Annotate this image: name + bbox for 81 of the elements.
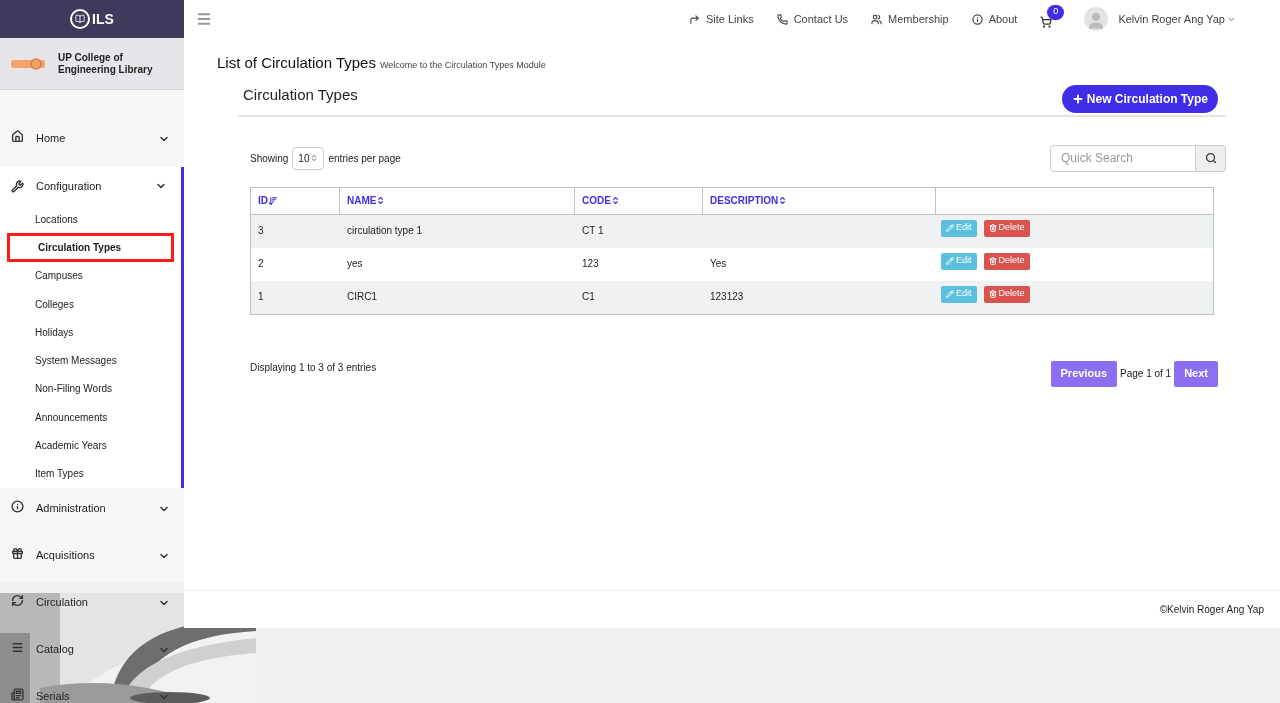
share-arrow-icon xyxy=(688,13,700,25)
submenu-item[interactable]: Holidays xyxy=(7,318,174,347)
table-cell-text: CT 1 xyxy=(581,223,605,238)
new-circulation-type-button[interactable]: New Circulation Type xyxy=(1061,84,1218,113)
menu-icon[interactable] xyxy=(196,11,212,27)
sidebar-item[interactable]: Configuration xyxy=(0,167,181,205)
pencil-icon xyxy=(946,224,954,232)
delete-button[interactable]: Delete xyxy=(983,219,1030,237)
info-icon xyxy=(971,13,983,25)
user-menu[interactable]: Kelvin Roger Ang Yap xyxy=(1118,10,1236,28)
nav-link[interactable]: Membership xyxy=(871,10,949,28)
column-header[interactable]: DESCRIPTION xyxy=(703,187,936,214)
nav-link[interactable]: Contact Us xyxy=(776,10,849,28)
logo-text: ILS xyxy=(92,9,114,29)
panel-title: Circulation Types xyxy=(243,85,358,106)
nav-link[interactable]: Site Links xyxy=(688,10,754,28)
submenu-item[interactable]: Locations xyxy=(7,205,174,234)
table-cell-text: 2 xyxy=(257,256,265,271)
next-button[interactable]: Next xyxy=(1174,360,1218,387)
page-indicator: Page 1 of 1 xyxy=(1120,367,1172,381)
table-cell-text: yes xyxy=(346,256,364,271)
delete-button[interactable]: Delete xyxy=(983,285,1030,303)
trash-icon xyxy=(988,290,997,298)
sidebar-item[interactable]: Serials xyxy=(0,675,184,703)
phone-icon xyxy=(776,13,788,25)
column-header[interactable]: CODE xyxy=(575,187,703,214)
submenu-item[interactable]: Colleges xyxy=(7,289,174,319)
table-cell-text: C1 xyxy=(581,289,596,304)
entries-label: entries per page xyxy=(328,151,401,166)
page-title: List of Circulation Types xyxy=(217,53,376,73)
table-cell-text: Yes xyxy=(709,256,728,271)
table-cell-text: 1 xyxy=(257,289,265,304)
plus-icon xyxy=(1071,92,1084,105)
submenu-item[interactable]: Campuses xyxy=(7,261,174,290)
sidebar-item[interactable]: Circulation xyxy=(0,581,184,629)
info-icon xyxy=(11,499,25,513)
wrench-icon xyxy=(11,179,25,193)
copyright-text: ©Kelvin Roger Ang Yap xyxy=(1159,603,1264,617)
refresh-icon xyxy=(11,593,25,607)
submenu-item[interactable]: Circulation Types xyxy=(7,233,174,262)
table-cell-text: 123 xyxy=(581,256,600,271)
trash-icon xyxy=(988,257,997,265)
showing-label: Showing xyxy=(250,151,289,166)
page-subtitle: Welcome to the Circulation Types Module xyxy=(379,59,546,72)
search-icon[interactable] xyxy=(1196,144,1226,172)
sidebar-item[interactable]: Administration xyxy=(0,487,184,535)
previous-button[interactable]: Previous xyxy=(1050,360,1117,387)
avatar-icon xyxy=(1084,7,1109,31)
nav-link[interactable]: About xyxy=(971,10,1018,28)
home-icon xyxy=(11,130,25,143)
cart-count-badge: 0 xyxy=(1047,4,1065,20)
column-header[interactable]: NAME xyxy=(340,187,575,214)
library-name: UP College of Engineering Library xyxy=(58,51,154,76)
sidebar-item[interactable]: Catalog xyxy=(0,628,184,676)
page-size-select[interactable]: 10 xyxy=(292,146,325,170)
trash-icon xyxy=(988,224,997,232)
submenu-item[interactable]: Item Types xyxy=(7,459,174,488)
submenu-item[interactable]: System Messages xyxy=(7,346,174,375)
spinner-icon xyxy=(310,154,319,162)
column-header[interactable]: ID xyxy=(251,187,340,214)
library-logo-icon xyxy=(10,56,46,71)
submenu-item[interactable]: Non-Filing Words xyxy=(7,374,174,404)
users-icon xyxy=(871,13,883,25)
gift-icon xyxy=(11,546,25,560)
table-cell-text: 3 xyxy=(257,223,265,238)
sidebar-item[interactable]: Acquisitions xyxy=(0,534,184,582)
search-field[interactable]: Quick Search xyxy=(1050,144,1196,172)
table-cell-text: 123123 xyxy=(709,289,745,304)
submenu-item[interactable]: Announcements xyxy=(7,403,174,432)
table-cell-text: CIRC1 xyxy=(346,289,378,304)
sidebar-item[interactable]: Home xyxy=(0,90,184,167)
newspaper-icon xyxy=(11,687,25,701)
table-cell-text: circulation type 1 xyxy=(346,223,424,238)
book-logo-icon xyxy=(70,9,91,29)
pencil-icon xyxy=(946,290,954,298)
menu-icon xyxy=(11,640,25,654)
cart-icon[interactable] xyxy=(1040,15,1053,28)
delete-button[interactable]: Delete xyxy=(983,252,1030,270)
entries-summary: Displaying 1 to 3 of 3 entries xyxy=(250,361,377,375)
pencil-icon xyxy=(946,257,954,265)
submenu-item[interactable]: Academic Years xyxy=(7,431,174,460)
